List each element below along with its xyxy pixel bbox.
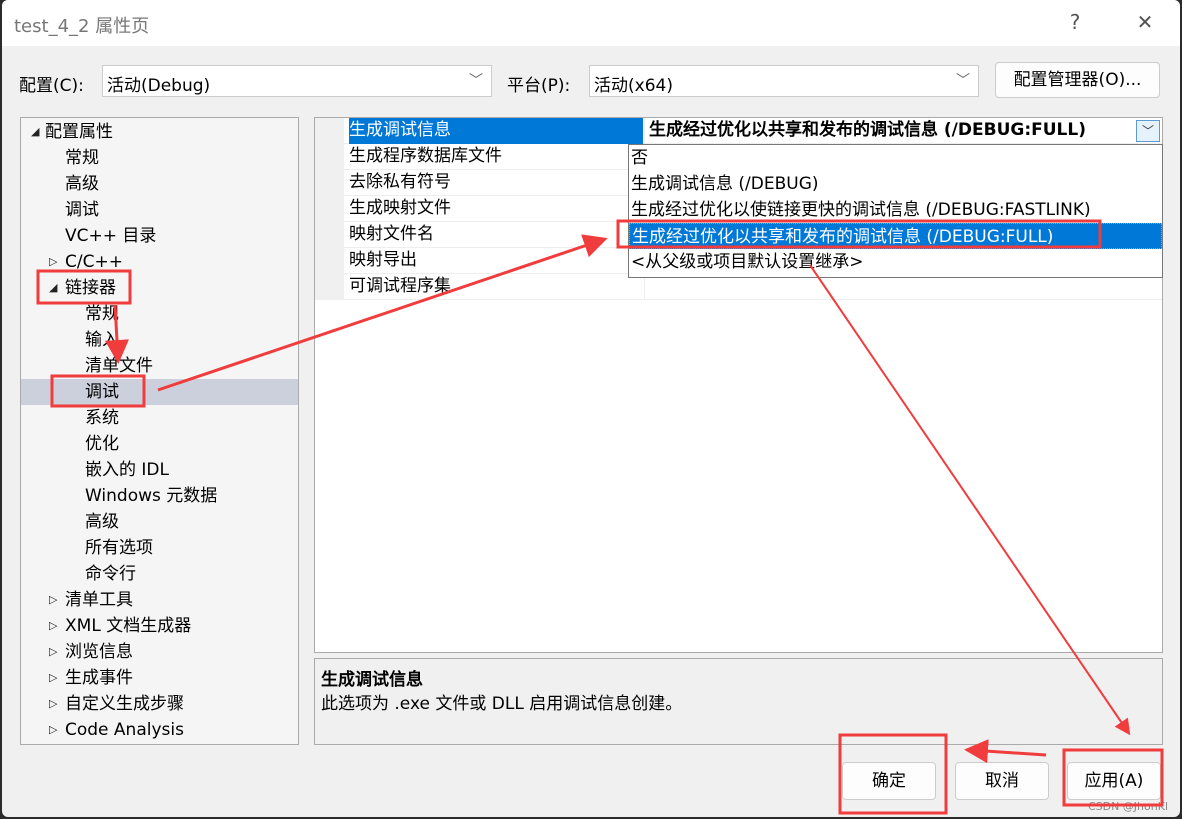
config-value: 活动(Debug)	[107, 76, 211, 96]
tree-item[interactable]: Windows 元数据	[21, 483, 298, 509]
tree-item[interactable]: 调试	[21, 197, 298, 223]
tree-item-label: 常规	[65, 148, 99, 168]
tree-item-label: 命令行	[85, 564, 136, 584]
title-bar: test_4_2 属性页 ? ✕	[2, 0, 1180, 46]
platform-label: 平台(P):	[507, 76, 571, 96]
dropdown-chevron-icon[interactable]: ﹀	[1136, 120, 1160, 142]
dropdown-option[interactable]: 否	[629, 145, 1162, 171]
apply-button[interactable]: 应用(A)	[1067, 762, 1161, 800]
property-pages-dialog: test_4_2 属性页 ? ✕ 配置(C): 活动(Debug) ﹀ 平台(P)…	[2, 0, 1180, 817]
tree-item[interactable]: 高级	[21, 171, 298, 197]
tree-item-label: XML 文档生成器	[65, 616, 192, 636]
tree-item-label: 生成事件	[65, 668, 133, 688]
category-tree[interactable]: ◢ 配置属性 常规 高级 调试 VC++ 目录 ▷ C/C++ ◢ 链接器 常规 输入 清单文件 调试 系统…	[20, 117, 299, 745]
property-name: 映射导出	[349, 250, 417, 270]
tree-item-label: 自定义生成步骤	[65, 694, 184, 714]
tree-item[interactable]: 常规	[21, 145, 298, 171]
tree-item-label: C/C++	[65, 252, 123, 272]
tree-item[interactable]: 嵌入的 IDL	[21, 457, 298, 483]
chevron-down-icon: ﹀	[469, 73, 483, 89]
tree-item-label: 调试	[85, 382, 119, 402]
expand-triangle-icon[interactable]: ▷	[49, 717, 57, 743]
property-name: 生成调试信息	[349, 118, 643, 144]
tree-item-label: 高级	[85, 512, 119, 532]
tree-item-label: 所有选项	[85, 538, 153, 558]
tree-item[interactable]: ◢ 配置属性	[21, 119, 298, 145]
chevron-down-icon: ﹀	[956, 73, 970, 89]
tree-item[interactable]: 常规	[21, 301, 298, 327]
dropdown-option[interactable]: 生成经过优化以共享和发布的调试信息 (/DEBUG:FULL)	[629, 223, 1162, 249]
tree-item[interactable]: 命令行	[21, 561, 298, 587]
tree-item-label: 输入	[85, 330, 119, 350]
tree-item[interactable]: ▷ 清单工具	[21, 587, 298, 613]
tree-item[interactable]: 系统	[21, 405, 298, 431]
expand-triangle-icon[interactable]: ▷	[49, 691, 57, 717]
watermark: CSDN @JhonKl	[1087, 800, 1168, 813]
tree-item-label: 系统	[85, 408, 119, 428]
tree-item[interactable]: VC++ 目录	[21, 223, 298, 249]
tree-item-label: 调试	[65, 200, 99, 220]
tree-item-label: 清单工具	[65, 590, 133, 610]
ok-button[interactable]: 确定	[842, 762, 936, 800]
property-name: 映射文件名	[349, 224, 434, 244]
close-button[interactable]: ✕	[1130, 10, 1160, 34]
tree-item[interactable]: 高级	[21, 509, 298, 535]
description-title: 生成调试信息	[321, 670, 423, 690]
collapse-triangle-icon[interactable]: ◢	[49, 275, 57, 301]
description-panel: 生成调试信息 此选项为 .exe 文件或 DLL 启用调试信息创建。	[314, 658, 1163, 745]
expand-triangle-icon[interactable]: ▷	[49, 613, 57, 639]
expand-triangle-icon[interactable]: ▷	[49, 249, 57, 275]
tree-item-label: 浏览信息	[65, 642, 133, 662]
tree-item-label: 清单文件	[85, 356, 153, 376]
tree-item[interactable]: ◢ 链接器	[21, 275, 298, 301]
dropdown-option[interactable]: 生成经过优化以使链接更快的调试信息 (/DEBUG:FASTLINK)	[629, 197, 1162, 223]
platform-select[interactable]: 活动(x64) ﹀	[589, 65, 979, 97]
tree-item[interactable]: ▷ C/C++	[21, 249, 298, 275]
property-row[interactable]: 生成调试信息 生成经过优化以共享和发布的调试信息 (/DEBUG:FULL) ﹀	[344, 118, 1162, 144]
tree-item[interactable]: 清单文件	[21, 353, 298, 379]
config-select[interactable]: 活动(Debug) ﹀	[102, 65, 492, 97]
property-value: 生成经过优化以共享和发布的调试信息 (/DEBUG:FULL)	[644, 118, 1086, 144]
property-name: 可调试程序集	[349, 276, 451, 296]
tree-item[interactable]: ▷ 自定义生成步骤	[21, 691, 298, 717]
tree-item-label: 嵌入的 IDL	[85, 460, 169, 480]
config-label: 配置(C):	[19, 76, 84, 96]
tree-item[interactable]: ▷ Code Analysis	[21, 717, 298, 743]
tree-item[interactable]: ▷ 生成事件	[21, 665, 298, 691]
tree-item[interactable]: 优化	[21, 431, 298, 457]
tree-item-label: VC++ 目录	[65, 226, 157, 246]
tree-item[interactable]: 调试	[21, 379, 298, 405]
config-manager-button[interactable]: 配置管理器(O)...	[995, 62, 1160, 98]
collapse-triangle-icon[interactable]: ◢	[31, 119, 39, 145]
property-name: 生成程序数据库文件	[349, 146, 502, 166]
tree-item[interactable]: 所有选项	[21, 535, 298, 561]
expand-triangle-icon[interactable]: ▷	[49, 639, 57, 665]
tree-item-label: Windows 元数据	[85, 486, 218, 506]
grid-gutter	[315, 118, 344, 300]
description-text: 此选项为 .exe 文件或 DLL 启用调试信息创建。	[321, 694, 683, 714]
tree-item[interactable]: ▷ 浏览信息	[21, 639, 298, 665]
cancel-button[interactable]: 取消	[955, 762, 1049, 800]
tree-item-label: Code Analysis	[65, 720, 184, 740]
tree-item-label: 配置属性	[45, 122, 113, 142]
tree-item[interactable]: ▷ XML 文档生成器	[21, 613, 298, 639]
property-name: 去除私有符号	[349, 172, 451, 192]
property-name: 生成映射文件	[349, 198, 451, 218]
tree-item[interactable]: 输入	[21, 327, 298, 353]
expand-triangle-icon[interactable]: ▷	[49, 665, 57, 691]
help-button[interactable]: ?	[1060, 10, 1090, 34]
debug-info-dropdown-list[interactable]: 否生成调试信息 (/DEBUG) 生成经过优化以使链接更快的调试信息 (/DEBU…	[628, 144, 1163, 278]
dropdown-option[interactable]: 生成调试信息 (/DEBUG)	[629, 171, 1162, 197]
dropdown-option[interactable]: <从父级或项目默认设置继承>	[629, 249, 1162, 275]
platform-value: 活动(x64)	[594, 76, 673, 96]
tree-item-label: 优化	[85, 434, 119, 454]
expand-triangle-icon[interactable]: ▷	[49, 587, 57, 613]
window-title: test_4_2 属性页	[14, 16, 150, 37]
tree-item-label: 链接器	[65, 278, 116, 298]
tree-item-label: 高级	[65, 174, 99, 194]
tree-item-label: 常规	[85, 304, 119, 324]
